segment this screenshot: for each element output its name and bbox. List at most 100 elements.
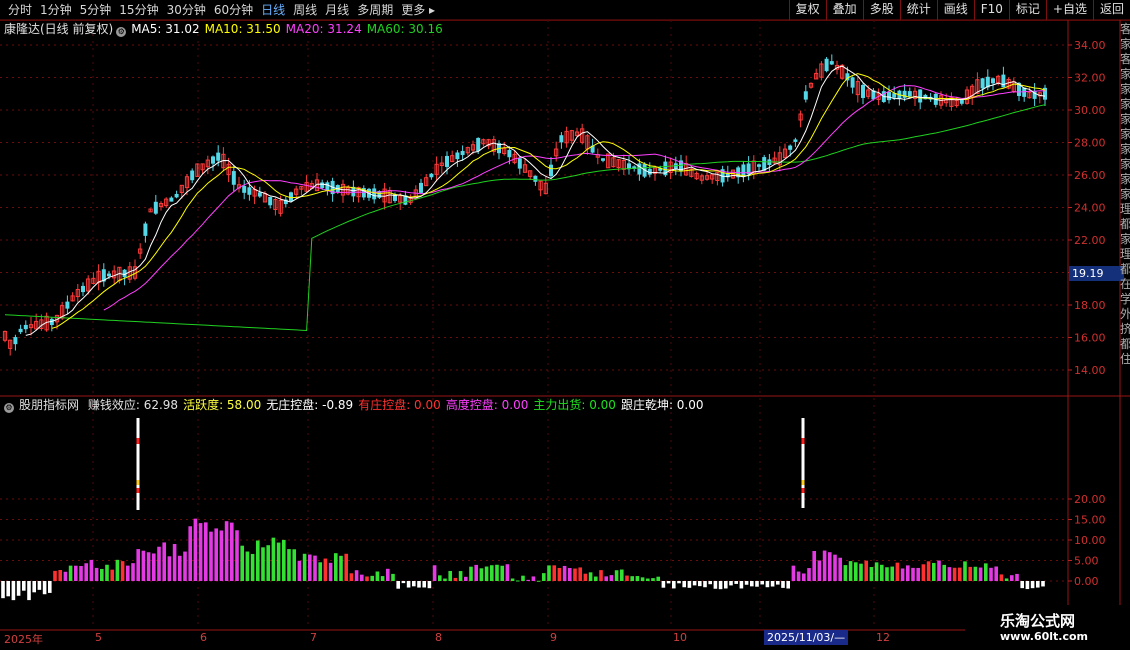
- indicator-bar: [152, 553, 156, 581]
- candle-body: [517, 158, 522, 169]
- indicator-bar: [448, 570, 452, 581]
- indicator-bar: [880, 564, 884, 581]
- indicator-bar: [406, 581, 411, 588]
- indicator-bar: [661, 581, 666, 588]
- indicator-bar: [453, 577, 458, 581]
- indicator-bar: [401, 581, 406, 584]
- indicator-bar: [432, 565, 437, 581]
- indicator-bar: [958, 567, 962, 581]
- candle-body: [455, 152, 460, 160]
- indicator-bar: [443, 578, 447, 581]
- price-tick-label: 28.00: [1074, 137, 1106, 150]
- indicator-bar: [42, 581, 47, 595]
- indicator-bar: [396, 581, 400, 589]
- indicator-bar: [349, 573, 354, 581]
- candle-body: [372, 188, 377, 200]
- indicator-bar: [776, 581, 780, 585]
- indicator-bar: [297, 560, 302, 581]
- indicator-bar: [666, 581, 671, 584]
- indicator-item-2: 无庄控盘: -0.89: [266, 398, 354, 412]
- indicator-bar: [84, 563, 88, 581]
- indicator-bar: [323, 558, 328, 581]
- time-label-2: 6: [200, 631, 207, 644]
- indicator-bar: [895, 562, 900, 581]
- indicator-bar: [172, 543, 177, 581]
- indicator-bar: [796, 571, 801, 581]
- indicator-bar: [120, 561, 125, 581]
- indicator-bar: [261, 547, 265, 581]
- settings-circle-icon[interactable]: ⚙: [116, 27, 127, 37]
- indicator-bar: [204, 522, 208, 581]
- indicator-item-3: 有庄控盘: 0.00: [358, 398, 441, 412]
- indicator-bar: [864, 560, 868, 581]
- indicator-bar: [266, 545, 270, 581]
- indicator-bar: [672, 581, 676, 589]
- indicator-bar: [802, 573, 806, 581]
- indicator-bar: [11, 581, 16, 601]
- indicator-bar: [911, 567, 915, 581]
- indicator-bar: [557, 567, 562, 581]
- candle-body: [325, 182, 330, 191]
- candle-body: [268, 196, 273, 206]
- kline-chart[interactable]: 34.00 32.00 30.00 28.00 26.00 24.00 22.00 20.00…: [0, 0, 1130, 650]
- candle-body: [559, 135, 564, 143]
- indicator-bar: [162, 542, 166, 581]
- indicator-bar: [739, 581, 744, 589]
- indicator-bar: [469, 566, 473, 581]
- indicator-bar: [1004, 578, 1009, 581]
- time-label-0: 2025年: [4, 633, 43, 646]
- indicator-bar: [942, 564, 946, 581]
- indicator-bar: [438, 575, 442, 581]
- indicator-bar: [625, 575, 629, 581]
- indicator-bar: [68, 565, 73, 581]
- indicator-bar: [646, 578, 650, 581]
- indicator-bar: [479, 568, 484, 581]
- indicator-bar: [375, 571, 380, 581]
- indicator-bar: [94, 567, 99, 581]
- indicator-bar: [245, 551, 250, 581]
- ma60-line: [4, 104, 1046, 332]
- indicator-bar: [365, 576, 369, 581]
- candle-body: [861, 84, 865, 98]
- indicator-bar: [1, 581, 5, 599]
- indicator-bar: [271, 537, 276, 581]
- indicator-bar: [146, 552, 151, 581]
- indicator-bar: [573, 568, 577, 581]
- indicator-bar: [968, 566, 972, 581]
- candle-body: [231, 171, 236, 185]
- indicator-bar: [360, 574, 364, 581]
- candle-body: [887, 91, 891, 101]
- indicator-bar: [219, 530, 224, 581]
- indicator-bar: [490, 565, 494, 581]
- indicator-bar: [505, 564, 510, 581]
- time-label-6: 10: [673, 631, 687, 644]
- indicator-bar: [765, 581, 770, 588]
- candle-body: [13, 337, 18, 345]
- candle-body: [169, 197, 174, 202]
- indicator-settings-icon[interactable]: ⚙: [4, 403, 14, 413]
- indicator-bar: [531, 576, 536, 581]
- candle-body: [507, 149, 512, 158]
- indicator-bar: [521, 575, 525, 581]
- ma5-label: MA5: 31.02: [131, 22, 200, 36]
- indicator-bar: [1030, 581, 1035, 589]
- indicator-bar: [568, 568, 572, 581]
- candle-body: [257, 192, 262, 197]
- indicator-bar: [890, 566, 894, 581]
- indicator-bar: [978, 567, 983, 581]
- indicator-bar: [48, 581, 52, 593]
- candle-body: [429, 173, 434, 178]
- indicator-bar: [843, 565, 848, 581]
- indicator-bar: [495, 564, 499, 581]
- candle-body: [803, 91, 808, 100]
- indicator-tick-label: 10.00: [1074, 534, 1106, 547]
- indicator-bar: [963, 561, 967, 581]
- indicator-bar: [703, 581, 707, 588]
- candle-body: [320, 182, 325, 189]
- indicator-bar: [926, 561, 931, 581]
- price-tick-label: 24.00: [1074, 202, 1106, 215]
- indicator-bar: [620, 569, 624, 581]
- indicator-bar: [354, 570, 359, 581]
- indicator-bar: [313, 555, 317, 581]
- indicator-bar: [500, 565, 504, 581]
